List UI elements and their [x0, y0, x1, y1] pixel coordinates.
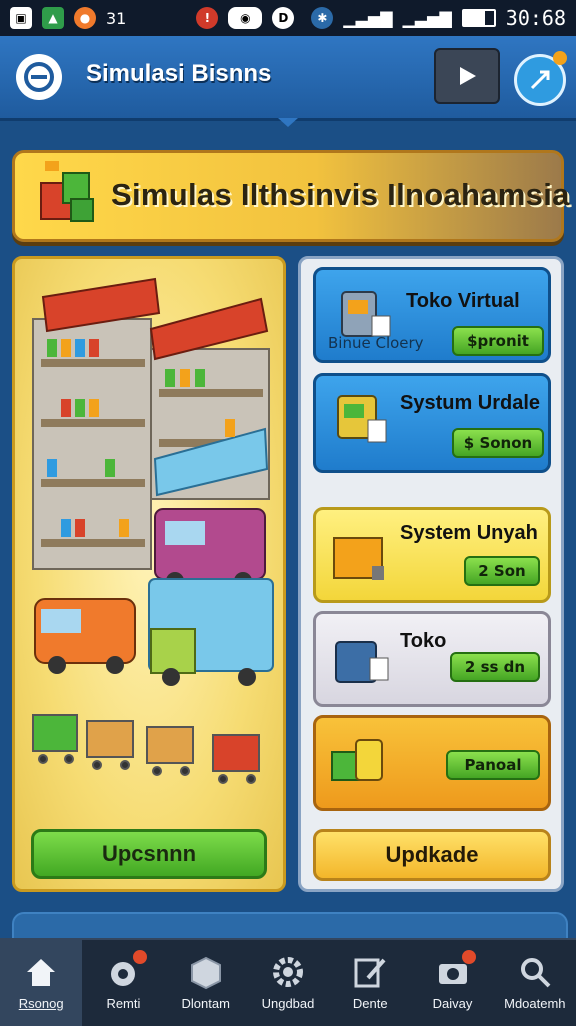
register-icon: [335, 641, 389, 683]
page-title: Simulasi Bisnns: [86, 60, 272, 87]
signal-icon-2: ▁▃▅▇: [402, 8, 452, 28]
share-badge: [553, 51, 567, 65]
nav-item-dente[interactable]: Dente: [329, 940, 411, 1026]
app-icon: ●: [74, 7, 96, 29]
truck-purple: [154, 508, 266, 590]
play-icon: [460, 67, 476, 85]
upgrade-button-left[interactable]: Upcsnnn: [31, 829, 267, 879]
nav-item-mdoatemh[interactable]: Mdoatemh: [494, 940, 576, 1026]
nav-item-home[interactable]: Rsonog: [0, 940, 83, 1026]
card-toko-virtual[interactable]: Toko Virtual Binue Cloery $pronit: [313, 267, 551, 363]
card-title: Toko Virtual: [406, 290, 520, 312]
play-button[interactable]: [434, 48, 500, 104]
nav-label: Remti: [106, 996, 141, 1011]
atm-icon: [337, 395, 387, 443]
image-icon: ▲: [42, 7, 64, 29]
card-action-button[interactable]: $pronit: [452, 326, 544, 356]
edit-icon: [354, 958, 386, 988]
box-icon: [190, 956, 221, 990]
back-arrow-icon: [24, 62, 54, 92]
card-action-button[interactable]: 2 ss dn: [450, 652, 540, 682]
notification-badge: [461, 950, 476, 964]
nav-label: Daivay: [432, 996, 473, 1011]
header-caret: [278, 118, 298, 127]
home-icon: [27, 959, 56, 986]
shelf-right: [149, 297, 270, 500]
van-orange: [34, 598, 136, 674]
app-header: Simulasi Bisnns: [0, 36, 576, 121]
share-icon: [530, 70, 550, 90]
gear-icon: [272, 957, 303, 987]
back-button[interactable]: [16, 54, 62, 100]
shelf-left: [32, 277, 161, 570]
shopping-carts: [32, 714, 260, 784]
battery-icon: [461, 9, 496, 27]
bottom-navigation: Rsonog Remti Dlontam Ungdbad Dente Daiva…: [0, 938, 576, 1026]
card-toko[interactable]: Toko 2 ss dn: [313, 611, 551, 707]
bluetooth-icon: ✱: [311, 7, 334, 29]
nav-label: Dlontam: [181, 996, 230, 1011]
nav-label: Mdoatemh: [504, 996, 566, 1011]
card-panoal[interactable]: Panoal: [313, 715, 551, 811]
card-action-button[interactable]: Panoal: [446, 750, 540, 780]
clock: 30:68: [505, 6, 566, 30]
info-icon: D: [272, 7, 295, 29]
store-illustration: [32, 277, 274, 784]
truck-blue: [148, 578, 274, 686]
nav-item-ungdbad[interactable]: Ungdbad: [247, 940, 329, 1026]
card-action-button[interactable]: $ Sonon: [452, 428, 544, 458]
notification-badge: [132, 950, 147, 964]
crate-icon: [333, 537, 384, 580]
upgrade-button-right[interactable]: Updkade: [313, 829, 551, 881]
status-left-text: 31: [106, 8, 127, 28]
nav-item-remti[interactable]: Remti: [82, 940, 164, 1026]
card-title: Toko: [400, 630, 447, 652]
banner-title: Simulas Ilthsinvis Ilnoahamsia: [111, 177, 570, 212]
status-bar: ▣ ▲ ● 31 ! ◉ D ✱ ▁▃▅▇ ▁▃▅▇ 30:68: [0, 0, 576, 36]
store-illustration-panel: Upcsnnn: [12, 256, 286, 892]
card-systum-urdale[interactable]: Systum Urdale $ Sonon: [313, 373, 551, 473]
signal-icon: ▁▃▅▇: [343, 8, 393, 28]
alert-icon: !: [196, 7, 219, 29]
card-action-button[interactable]: 2 Son: [464, 556, 540, 586]
share-button[interactable]: [514, 51, 567, 106]
card-title: System Unyah: [400, 522, 538, 544]
card-system-unyah[interactable]: System Unyah 2 Son: [313, 507, 551, 603]
nav-label: Ungdbad: [261, 996, 315, 1011]
media-icon: ◉: [228, 7, 263, 29]
business-options-panel: Toko Virtual Binue Cloery $pronit Systum…: [298, 256, 564, 892]
nav-label: Dente: [352, 996, 388, 1011]
card-title: Systum Urdale: [400, 392, 541, 414]
store-box-icon: [40, 161, 94, 222]
banner: Simulas Ilthsinvis Ilnoahamsia: [12, 150, 569, 242]
search-icon: [520, 958, 551, 988]
nav-item-dlontam[interactable]: Dlontam: [165, 940, 247, 1026]
nav-label: Rsonog: [18, 996, 64, 1011]
nav-item-daivay[interactable]: Daivay: [411, 940, 493, 1026]
card-subtitle: Binue Cloery: [328, 334, 424, 352]
notification-icon: ▣: [10, 7, 32, 29]
machine-icon: [331, 739, 383, 781]
